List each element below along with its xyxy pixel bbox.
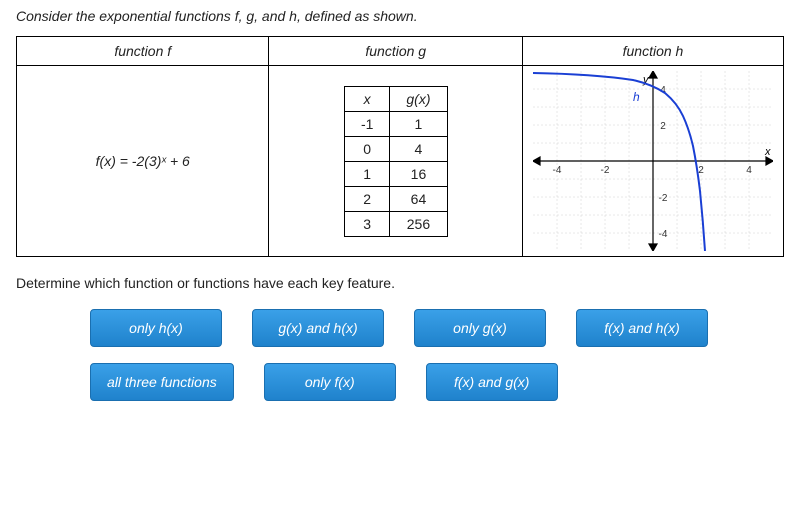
table-row: -11 (344, 111, 447, 136)
y-tick: 2 (660, 121, 666, 132)
functions-table: function f function g function h f(x) = … (16, 36, 784, 257)
axis-x-label: x (764, 146, 771, 158)
function-h-graph: -4 -2 2 4 4 2 -2 -4 x y h (533, 71, 773, 251)
y-tick: -2 (659, 193, 668, 204)
x-tick: -2 (601, 165, 610, 176)
x-tick: -4 (553, 165, 562, 176)
curve-h (533, 73, 705, 251)
table-row: 264 (344, 186, 447, 211)
tile-f-and-h[interactable]: f(x) and h(x) (576, 309, 708, 347)
tile-g-and-h[interactable]: g(x) and h(x) (252, 309, 384, 347)
table-row: 3256 (344, 211, 447, 236)
tile-only-f[interactable]: only f(x) (264, 363, 396, 401)
question-text: Determine which function or functions ha… (0, 261, 800, 305)
tile-all-three[interactable]: all three functions (90, 363, 234, 401)
header-f: function f (17, 37, 269, 66)
g-col-gx: g(x) (390, 86, 447, 111)
header-g: function g (269, 37, 523, 66)
tile-f-and-g[interactable]: f(x) and g(x) (426, 363, 558, 401)
tile-only-h[interactable]: only h(x) (90, 309, 222, 347)
x-tick: 2 (698, 165, 704, 176)
function-f-formula: f(x) = -2(3)ˣ + 6 (96, 153, 190, 169)
function-g-table: x g(x) -11 04 116 264 3256 (344, 86, 448, 237)
x-tick: 4 (746, 165, 752, 176)
answer-tiles: only h(x) g(x) and h(x) only g(x) f(x) a… (0, 305, 800, 421)
table-row: 04 (344, 136, 447, 161)
table-row: 116 (344, 161, 447, 186)
prompt-text: Consider the exponential functions f, g,… (0, 0, 800, 32)
curve-label: h (633, 90, 640, 104)
g-col-x: x (344, 86, 389, 111)
header-h: function h (522, 37, 783, 66)
y-tick: -4 (659, 229, 668, 240)
tile-only-g[interactable]: only g(x) (414, 309, 546, 347)
